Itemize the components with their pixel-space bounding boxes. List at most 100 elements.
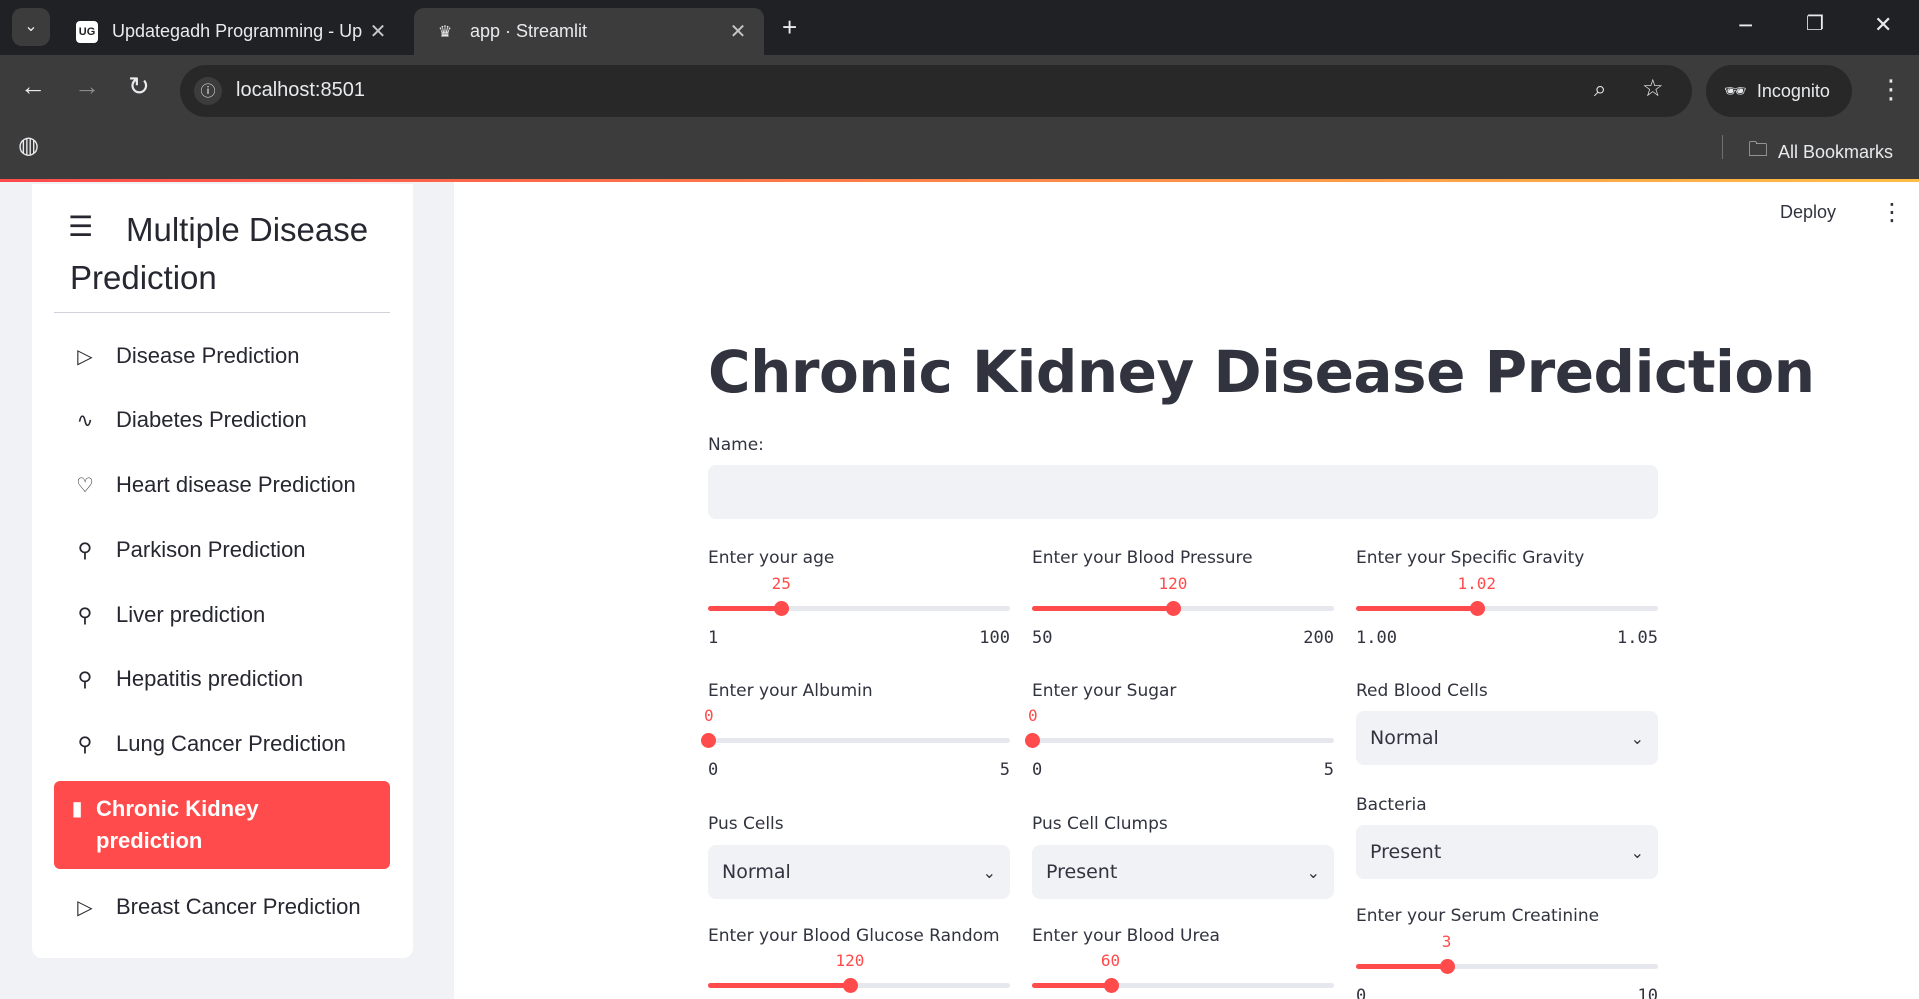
person-icon: ⚲: [77, 604, 93, 627]
sidebar-item-diabetes-prediction[interactable]: ∿ Diabetes Prediction: [54, 394, 390, 446]
blood-urea-slider[interactable]: 60: [1032, 943, 1334, 999]
minimize-icon[interactable]: −: [1738, 12, 1753, 38]
sidebar-item-label: Disease Prediction: [116, 343, 300, 368]
close-window-icon[interactable]: ✕: [1874, 14, 1892, 36]
sidebar-item-lung-cancer-prediction[interactable]: ⚲ Lung Cancer Prediction: [54, 718, 390, 770]
specific-gravity-slider[interactable]: 1.02 1.00 1.05: [1356, 566, 1658, 648]
slider-min: 1: [708, 628, 719, 648]
slider-min: 0: [1032, 760, 1043, 780]
deploy-button[interactable]: Deploy: [1780, 202, 1836, 223]
apps-globe-icon[interactable]: ◍: [18, 134, 39, 158]
tab-title: Updategadh Programming - Up: [112, 21, 363, 41]
tab-title: app · Streamlit: [470, 21, 588, 41]
pus-cells-label: Pus Cells: [708, 814, 784, 834]
serum-creatinine-label: Enter your Serum Creatinine: [1356, 906, 1600, 926]
slider-fill: [1356, 964, 1447, 969]
slider-thumb[interactable]: [842, 978, 858, 993]
slider-thumb[interactable]: [1469, 601, 1485, 616]
age-slider[interactable]: 25 1 100: [708, 566, 1010, 648]
chevron-down-icon: ⌄: [1306, 862, 1320, 882]
red-blood-cells-label: Red Blood Cells: [1356, 681, 1488, 701]
bookmark-star-icon[interactable]: ☆: [1642, 77, 1664, 101]
sidebar-item-label: Breast Cancer Prediction: [116, 894, 361, 919]
pus-cell-clumps-label: Pus Cell Clumps: [1032, 814, 1168, 834]
close-tab-icon[interactable]: ✕: [364, 19, 392, 44]
slider-value: 120: [1158, 574, 1188, 593]
bacteria-select[interactable]: Present ⌄: [1356, 825, 1658, 879]
sidebar-item-label: Diabetes Prediction: [116, 407, 307, 432]
slider-fill: [1032, 606, 1173, 611]
play-icon: ▷: [77, 345, 93, 368]
incognito-label: Incognito: [1756, 80, 1830, 101]
browser-menu-icon[interactable]: ⋮: [1878, 76, 1904, 102]
all-bookmarks[interactable]: 🗀 All Bookmarks: [1748, 135, 1893, 169]
tab-search-icon[interactable]: ⌄: [12, 8, 50, 46]
pus-cells-select[interactable]: Normal ⌄: [708, 845, 1010, 899]
slider-thumb[interactable]: [1439, 959, 1455, 974]
menu-title-text: Multiple Disease Prediction: [70, 211, 369, 296]
close-tab-icon[interactable]: ✕: [724, 19, 752, 44]
person-icon: ⚲: [77, 733, 93, 756]
main-menu-icon[interactable]: ⋮: [1880, 198, 1904, 227]
slider-min: 50: [1032, 628, 1053, 648]
tab-streamlit-app[interactable]: ♛ app · Streamlit ✕: [414, 8, 764, 55]
sidebar-item-parkison-prediction[interactable]: ⚲ Parkison Prediction: [54, 524, 390, 576]
tab-updategadh[interactable]: UG Updategadh Programming - Up ✕: [56, 8, 404, 55]
slider-max: 100: [979, 628, 1010, 648]
slider-thumb[interactable]: [774, 601, 790, 616]
slider-min: 1.00: [1356, 628, 1397, 648]
slider-value: 25: [771, 574, 791, 593]
slider-value: 1.02: [1457, 574, 1497, 593]
back-icon[interactable]: ←: [20, 73, 46, 99]
sidebar-item-label: Heart disease Prediction: [116, 472, 356, 497]
forward-icon[interactable]: →: [74, 73, 100, 99]
slider-max: 5: [1323, 760, 1334, 780]
heart-icon: ♡: [76, 474, 94, 497]
browser-tab-strip: ⌄ UG Updategadh Programming - Up ✕ ♛ app…: [0, 0, 1919, 55]
sidebar-item-breast-cancer-prediction[interactable]: ▷ Breast Cancer Prediction: [54, 881, 390, 933]
slider-track: [708, 738, 1010, 743]
blood-pressure-slider[interactable]: 120 50 200: [1032, 566, 1334, 648]
serum-creatinine-slider[interactable]: 3 0 10: [1356, 924, 1658, 999]
person-icon: ⚲: [77, 539, 93, 562]
blood-glucose-slider[interactable]: 120: [708, 943, 1010, 999]
sidebar: ☰ Multiple Disease Prediction ▷ Disease …: [0, 182, 454, 999]
sugar-slider[interactable]: 0 0 5: [1025, 698, 1334, 780]
site-info-icon[interactable]: ⓘ: [194, 77, 222, 105]
sidebar-item-heart-disease-prediction[interactable]: ♡ Heart disease Prediction: [54, 459, 390, 511]
specific-gravity-label: Enter your Specific Gravity: [1356, 548, 1585, 568]
blood-pressure-label: Enter your Blood Pressure: [1032, 548, 1253, 568]
incognito-icon: 🕶: [1724, 80, 1747, 101]
bookmarks-divider: [1722, 135, 1723, 159]
crown-icon: ♛: [437, 23, 453, 41]
slider-fill: [1356, 606, 1477, 611]
address-bar[interactable]: ⓘ localhost:8501 ⌕ ☆: [180, 65, 1692, 117]
url-text: localhost:8501: [236, 79, 365, 101]
pus-cell-clumps-select[interactable]: Present ⌄: [1032, 845, 1334, 899]
zoom-icon[interactable]: ⌕: [1594, 78, 1606, 100]
option-menu: ☰ Multiple Disease Prediction ▷ Disease …: [32, 184, 413, 958]
slider-thumb[interactable]: [1103, 978, 1119, 993]
albumin-slider[interactable]: 0 0 5: [701, 698, 1010, 780]
sidebar-item-chronic-kidney-prediction[interactable]: ▮ Chronic Kidney prediction: [54, 781, 390, 869]
slider-thumb[interactable]: [1165, 601, 1181, 616]
slider-track: [1032, 738, 1334, 743]
reload-icon[interactable]: ↻: [128, 73, 150, 99]
restore-icon[interactable]: ❐: [1806, 14, 1824, 34]
slider-thumb[interactable]: [701, 733, 716, 748]
slider-value: 0: [704, 706, 714, 725]
name-input[interactable]: [708, 465, 1658, 519]
sidebar-item-liver-prediction[interactable]: ⚲ Liver prediction: [54, 589, 390, 641]
slider-value: 120: [835, 951, 865, 970]
incognito-badge[interactable]: 🕶 Incognito: [1706, 65, 1852, 117]
slider-max: 1.05: [1617, 628, 1658, 648]
red-blood-cells-select[interactable]: Normal ⌄: [1356, 711, 1658, 765]
slider-thumb[interactable]: [1025, 733, 1040, 748]
slider-value: 3: [1441, 932, 1452, 951]
new-tab-icon[interactable]: +: [782, 14, 797, 40]
slider-value: 0: [1028, 706, 1038, 725]
sidebar-item-label: Chronic Kidney prediction: [96, 796, 259, 853]
bookmarks-bar: ◍ 🗀 All Bookmarks: [0, 119, 1919, 179]
sidebar-item-disease-prediction[interactable]: ▷ Disease Prediction: [54, 330, 390, 382]
sidebar-item-hepatitis-prediction[interactable]: ⚲ Hepatitis prediction: [54, 653, 390, 705]
